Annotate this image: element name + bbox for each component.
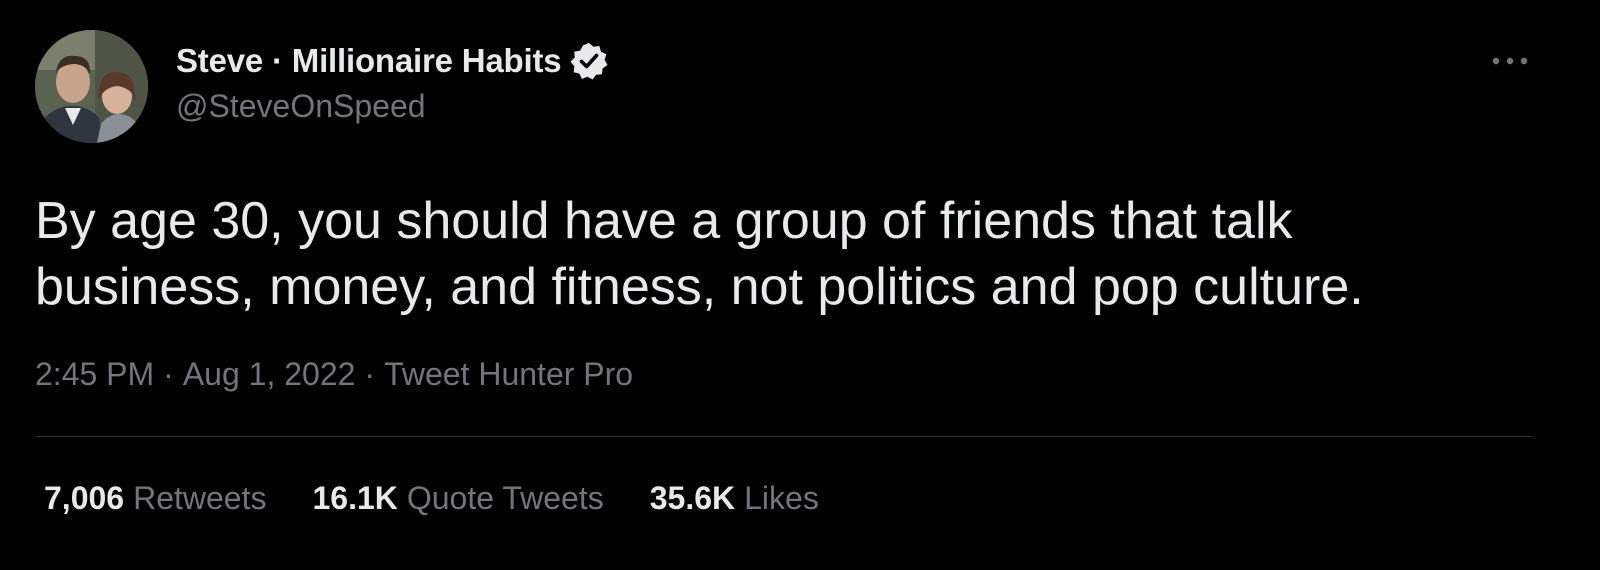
retweets-label: Retweets <box>133 480 267 516</box>
more-options-icon[interactable] <box>1488 46 1532 76</box>
tweet-text-line-1: By age 30, you should have a group of fr… <box>35 192 1293 250</box>
quote-tweets-stat[interactable]: 16.1K Quote Tweets <box>312 480 603 517</box>
tweet-date[interactable]: Aug 1, 2022 <box>183 356 356 393</box>
tweet-card: Steve · Millionaire Habits @SteveOnSpeed… <box>0 0 1600 570</box>
likes-label: Likes <box>744 480 819 516</box>
meta-separator: · <box>163 356 174 392</box>
retweets-stat[interactable]: 7,006 Retweets <box>44 480 266 517</box>
tweet-source[interactable]: Tweet Hunter Pro <box>384 356 633 393</box>
tweet-metadata: 2:45 PM · Aug 1, 2022 · Tweet Hunter Pro <box>35 356 633 393</box>
likes-stat[interactable]: 35.6K Likes <box>650 480 819 517</box>
quote-tweets-label: Quote Tweets <box>406 480 604 516</box>
meta-separator: · <box>364 356 376 392</box>
likes-count: 35.6K <box>649 480 736 516</box>
author-handle[interactable]: @SteveOnSpeed <box>176 88 426 125</box>
engagement-stats: 7,006 Retweets 16.1K Quote Tweets 35.6K Lik… <box>44 480 865 517</box>
tweet-time[interactable]: 2:45 PM <box>35 356 154 393</box>
avatar[interactable] <box>35 30 148 143</box>
author-display-name[interactable]: Steve · Millionaire Habits <box>176 42 562 80</box>
verified-badge-icon <box>569 41 609 81</box>
divider <box>35 436 1532 437</box>
author-name-row[interactable]: Steve · Millionaire Habits <box>176 40 609 82</box>
retweets-count: 7,006 <box>44 480 125 516</box>
tweet-text-line-2: business, money, and fitness, not politi… <box>35 258 1364 316</box>
profile-photo <box>35 30 148 143</box>
tweet-text: By age 30, you should have a group of fr… <box>35 188 1535 320</box>
quote-tweets-count: 16.1K <box>312 480 398 516</box>
